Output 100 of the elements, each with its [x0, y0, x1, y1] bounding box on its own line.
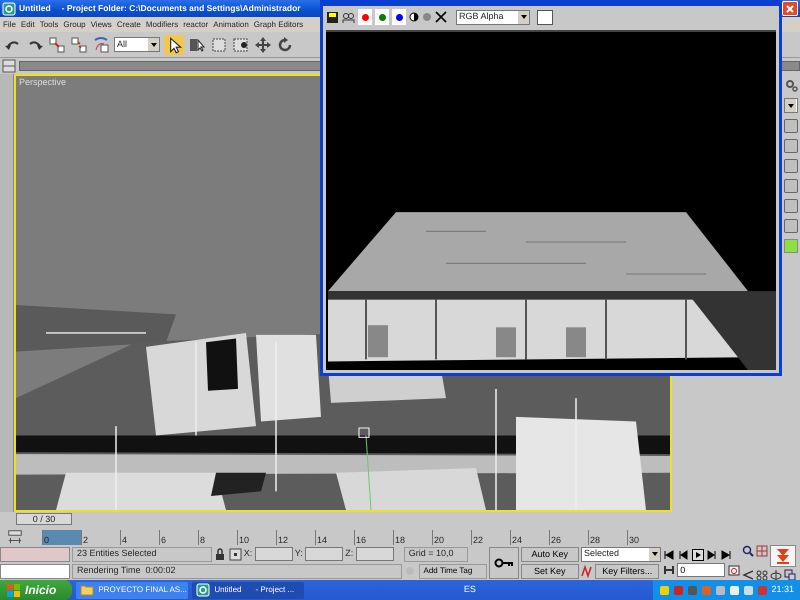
window-crossing-icon[interactable]: [232, 36, 250, 54]
channel-toggle[interactable]: [375, 9, 389, 25]
frame-tick-label: 10: [237, 530, 276, 545]
clock: 21:31: [771, 583, 794, 596]
maximize-viewport-icon[interactable]: [784, 568, 796, 580]
field-of-view-icon[interactable]: [742, 568, 754, 580]
time-configuration-icon[interactable]: [728, 564, 740, 576]
previous-frame-icon[interactable]: [677, 548, 690, 560]
maxscript-input-field[interactable]: [0, 564, 70, 578]
menu-item[interactable]: reactor: [183, 18, 208, 30]
maxscript-listener-field[interactable]: [0, 546, 70, 562]
channel-dropdown[interactable]: RGB Alpha: [456, 10, 530, 24]
rectangle-selection-icon[interactable]: [210, 36, 228, 54]
dot-icon[interactable]: [422, 12, 432, 22]
gear-icon[interactable]: [784, 78, 798, 92]
zoom-all-icon[interactable]: [756, 544, 768, 556]
cursor-icon[interactable]: [164, 34, 184, 54]
panel-button[interactable]: [784, 159, 798, 173]
x-coordinate-field[interactable]: [254, 547, 293, 561]
window-title: Untitled: [19, 2, 51, 15]
next-frame-icon[interactable]: [706, 548, 718, 560]
frame-tick-label: 30: [627, 530, 666, 545]
selection-filter-dropdown[interactable]: All: [114, 37, 160, 52]
coordinate-label: X:: [244, 547, 252, 560]
frame-tick-label: 22: [471, 530, 510, 545]
taskbar-button[interactable]: Untitled - Project ...: [192, 582, 304, 598]
frame-tick-label: 16: [354, 530, 393, 545]
app-icon: [196, 583, 210, 597]
rotate-icon[interactable]: [276, 36, 294, 54]
auto-key-button[interactable]: Auto Key: [520, 546, 579, 562]
menu-item[interactable]: File: [3, 18, 16, 30]
key-mode-toggle-icon[interactable]: [663, 564, 675, 576]
dropdown-arrow-icon: [520, 13, 528, 21]
selection-status: 23 Entities Selected: [72, 546, 212, 562]
panel-button[interactable]: [784, 199, 798, 213]
start-button[interactable]: Inicio: [0, 580, 72, 600]
color-swatch[interactable]: [784, 239, 798, 253]
menu-item[interactable]: Edit: [20, 18, 35, 30]
save-icon[interactable]: [326, 10, 339, 24]
menu-item[interactable]: Animation: [213, 18, 249, 30]
menu-item[interactable]: Views: [90, 18, 112, 30]
bind-icon[interactable]: [92, 36, 110, 54]
grid-size-status: Grid = 10,0: [404, 546, 468, 562]
current-frame-field[interactable]: 0: [677, 562, 726, 576]
color-swatch[interactable]: [537, 10, 553, 24]
link-icon[interactable]: [48, 36, 66, 54]
menu-item[interactable]: Tools: [40, 18, 58, 30]
project-folder-path: - Project Folder: C:\Documents and Settings\Administrador: [62, 2, 301, 15]
close-icon: [785, 4, 795, 14]
frame-tick-label: 28: [588, 530, 627, 545]
panel-button[interactable]: [784, 179, 798, 193]
go-to-start-icon[interactable]: [663, 548, 675, 560]
key-filters-button[interactable]: Key Filters...: [595, 564, 660, 578]
y-coordinate-field[interactable]: [305, 547, 344, 561]
pan-icon[interactable]: [756, 568, 768, 580]
zoom-icon[interactable]: [742, 544, 754, 556]
clear-icon[interactable]: [435, 11, 447, 23]
frame-tick-label: 20: [432, 530, 471, 545]
menu-item[interactable]: Modifiers: [146, 18, 178, 30]
lock-icon[interactable]: [214, 548, 226, 560]
go-to-end-icon[interactable]: [720, 548, 732, 560]
add-time-tag-button[interactable]: Add Time Tag: [418, 564, 486, 578]
channel-toggle[interactable]: [392, 9, 406, 25]
menu-item[interactable]: Graph Editors: [254, 18, 304, 30]
orbit-icon[interactable]: [770, 568, 782, 580]
app-icon: [2, 2, 16, 16]
task-title: PROYECTO FINAL AS...: [98, 584, 187, 596]
dropdown-arrow-icon: [650, 550, 658, 558]
coordinate-label: Y:: [294, 547, 303, 560]
move-icon[interactable]: [254, 36, 272, 54]
toggle-icon[interactable]: [2, 59, 16, 73]
key-mode-dropdown[interactable]: Selected: [581, 546, 661, 562]
play-icon[interactable]: [692, 548, 704, 560]
curve-icon[interactable]: [581, 564, 593, 578]
panel-button[interactable]: [784, 119, 798, 133]
menu-item[interactable]: Group: [63, 18, 86, 30]
monochrome-icon[interactable]: [409, 12, 419, 22]
clone-icon[interactable]: [342, 10, 355, 24]
panel-button[interactable]: [784, 219, 798, 233]
close-button[interactable]: [782, 1, 798, 16]
coordinate-label: Z:: [345, 547, 354, 560]
snap-toggle-icon[interactable]: [228, 548, 242, 560]
z-coordinate-field[interactable]: [356, 547, 394, 561]
frame-tick-label: 18: [393, 530, 432, 545]
channel-toggle[interactable]: [358, 9, 372, 25]
unlink-icon[interactable]: [70, 36, 88, 54]
task-title: Untitled: [214, 584, 242, 596]
frame-tick-label: 14: [315, 530, 354, 545]
taskbar-button[interactable]: PROYECTO FINAL AS...: [76, 582, 188, 598]
set-key-button[interactable]: [488, 546, 518, 578]
dropdown-arrow-icon: [150, 40, 158, 48]
windows-flag-icon: [6, 582, 21, 598]
frame-tick-label: 4: [120, 530, 159, 545]
panel-button[interactable]: [784, 139, 798, 153]
key-mode-icon[interactable]: [6, 529, 24, 545]
set-key-mode-button[interactable]: Set Key: [520, 564, 579, 578]
menu-item[interactable]: Create: [116, 18, 141, 30]
panel-dropdown[interactable]: [784, 98, 798, 113]
language-indicator[interactable]: ES: [464, 583, 476, 597]
time-slider-thumb[interactable]: 0 / 30: [16, 513, 72, 525]
